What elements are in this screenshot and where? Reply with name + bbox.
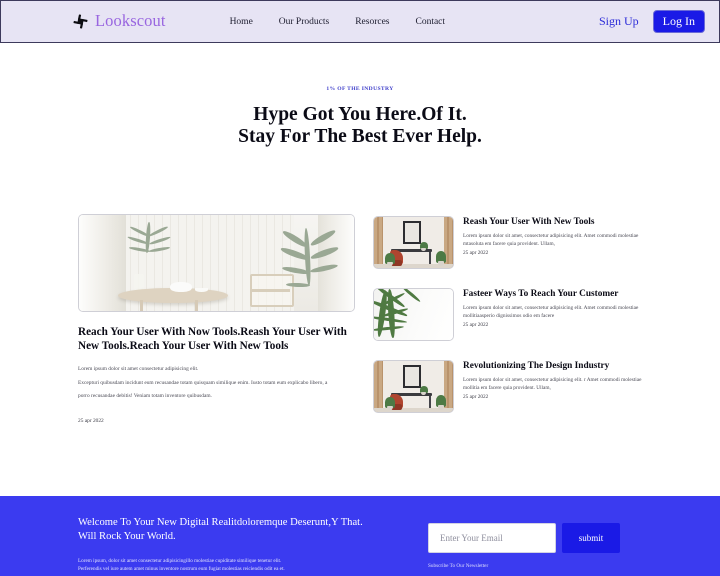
article-title: Fasteer Ways To Reach Your Customer [463, 288, 619, 299]
newsletter-note: Subscribe To Our Newsletter [428, 563, 489, 569]
list-item[interactable]: Fasteer Ways To Reach Your Customer Lore… [373, 287, 654, 341]
article-thumbnail [373, 287, 454, 341]
article-date: 25 apr 2022 [463, 249, 489, 256]
article-text: Reash Your User With New Tools Lorem ips… [463, 216, 654, 256]
cta-body-line-2: Perferendis vel iure autem amet minus in… [78, 566, 285, 573]
featured-article-image [78, 213, 355, 312]
featured-article-body: Lorem ipsum dolor sit amet consectetur a… [78, 365, 355, 402]
cta-text-block: Welcome To Your New Digital Realitdolore… [78, 516, 408, 574]
cta-title-line-2: Will Rock Your World. [78, 531, 176, 543]
hero-title-line-2: Stay For The Best Ever Help. [238, 125, 482, 147]
article-title: Revolutionizing The Design Industry [463, 360, 610, 371]
article-excerpt: Lorem ipsum dolor sit amet, consectetur … [463, 304, 639, 319]
page-title: Hype Got You Here.Of It. Stay For The Be… [0, 104, 720, 148]
list-item[interactable]: Reash Your User With New Tools Lorem ips… [373, 215, 654, 269]
hero-section: 1% OF THE INDUSTRY Hype Got You Here.Of … [0, 43, 720, 148]
cta-body: Lorem ipsum, dolor sit amet consectetur … [78, 557, 408, 574]
featured-body-line-2: Excepturi quibusdam incidunt eum recusan… [78, 379, 328, 386]
article-excerpt: Lorem ipsum dolor sit amet, consectetur … [463, 376, 642, 391]
page-root: Lookscout Home Our Products Resorces Con… [0, 0, 720, 576]
nav-item-home[interactable]: Home [230, 17, 253, 27]
featured-article-date: 25 apr 2022 [78, 418, 104, 425]
brand[interactable]: Lookscout [73, 13, 166, 30]
main-nav: Home Our Products Resorces Contact [230, 17, 445, 27]
log-in-button[interactable]: Log In [652, 9, 705, 34]
subscribe-row: submit [428, 523, 632, 553]
email-field[interactable] [428, 523, 556, 553]
article-text: Revolutionizing The Design Industry Lore… [463, 360, 654, 400]
cta-title: Welcome To Your New Digital Realitdolore… [78, 516, 408, 545]
nav-item-our-products[interactable]: Our Products [279, 17, 329, 27]
brand-name: Lookscout [95, 11, 166, 31]
cta-title-line-1: Welcome To Your New Digital Realitdolore… [78, 517, 363, 528]
cta-body-line-1: Lorem ipsum, dolor sit amet consectetur … [78, 557, 282, 564]
list-item[interactable]: Revolutionizing The Design Industry Lore… [373, 359, 654, 413]
featured-article-title: Reach Your User With Now Tools.Reash You… [78, 325, 347, 352]
pinwheel-hash-icon [73, 14, 88, 29]
article-excerpt: Lorem ipsum dolor sit amet, consectetur … [463, 232, 639, 247]
hero-eyebrow: 1% OF THE INDUSTRY [326, 86, 394, 92]
newsletter-form: submit Subscribe To Our Newsletter [428, 516, 632, 569]
site-header: Lookscout Home Our Products Resorces Con… [0, 0, 720, 43]
content-area: Reach Your User With Now Tools.Reash You… [0, 213, 720, 425]
article-thumbnail [373, 215, 454, 269]
hero-title-line-1: Hype Got You Here.Of It. [253, 104, 467, 125]
article-list: Reash Your User With New Tools Lorem ips… [373, 214, 654, 413]
nav-item-contact[interactable]: Contact [415, 17, 445, 27]
featured-body-line-1: Lorem ipsum dolor sit amet consectetur a… [78, 365, 199, 372]
article-thumbnail [373, 359, 454, 413]
article-text: Fasteer Ways To Reach Your Customer Lore… [463, 288, 654, 328]
featured-article[interactable]: Reach Your User With Now Tools.Reash You… [78, 213, 355, 425]
featured-body-line-3: porro recusandae debitis! Veniam totam i… [78, 393, 212, 400]
article-title: Reash Your User With New Tools [463, 216, 595, 227]
submit-button[interactable]: submit [562, 523, 620, 553]
article-date: 25 apr 2022 [463, 393, 489, 400]
newsletter-cta-section: Welcome To Your New Digital Realitdolore… [0, 496, 720, 576]
header-actions: Sign Up Log In [599, 9, 705, 34]
article-date: 25 apr 2022 [463, 321, 489, 328]
sign-up-link[interactable]: Sign Up [599, 14, 639, 29]
nav-item-resorces[interactable]: Resorces [355, 17, 389, 27]
